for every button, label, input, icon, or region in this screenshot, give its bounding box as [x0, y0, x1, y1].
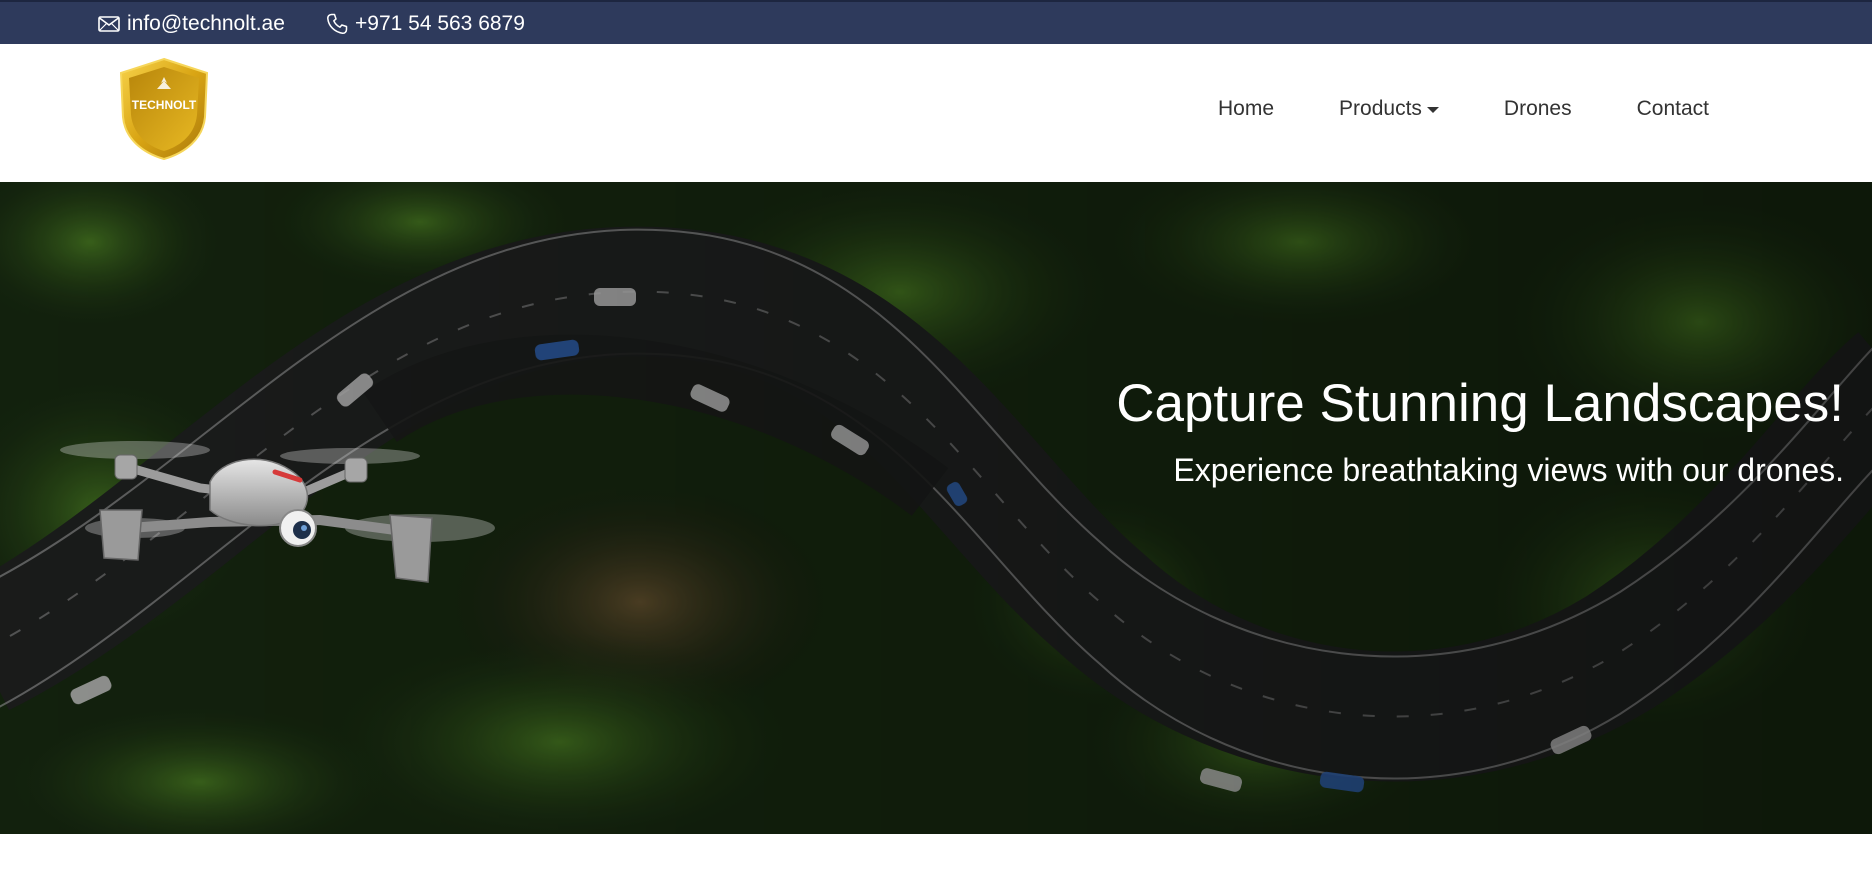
nav-home[interactable]: Home — [1218, 97, 1274, 121]
envelope-icon — [98, 16, 120, 32]
nav-products[interactable]: Products — [1339, 97, 1439, 121]
hero-title: Capture Stunning Landscapes! — [1116, 374, 1844, 433]
phone-link[interactable]: +971 54 563 6879 — [325, 2, 525, 46]
hero-subtitle: Experience breathtaking views with our d… — [1173, 452, 1844, 488]
shield-logo-icon: TECHNOLT — [119, 57, 209, 161]
caret-down-icon — [1426, 106, 1439, 113]
svg-text:TECHNOLT: TECHNOLT — [132, 98, 197, 112]
brand-logo[interactable]: TECHNOLT — [117, 57, 211, 161]
nav-contact-label: Contact — [1636, 97, 1709, 120]
nav-home-label: Home — [1218, 97, 1275, 120]
email-text: info@technolt.ae — [127, 12, 285, 35]
top-contact-bar: info@technolt.ae +971 54 563 6879 — [0, 0, 1872, 44]
phone-text: +971 54 563 6879 — [355, 12, 525, 35]
below-fold-section — [0, 834, 1872, 880]
nav-drones-label: Drones — [1503, 97, 1572, 120]
phone-icon — [327, 13, 348, 34]
nav-products-label: Products — [1339, 97, 1422, 120]
hero-banner: Capture Stunning Landscapes! Experience … — [0, 182, 1872, 834]
email-link[interactable]: info@technolt.ae — [97, 2, 285, 46]
primary-nav: Home Products Drones Contact — [1218, 44, 1709, 174]
main-navbar: TECHNOLT Home Products Drones Contact — [0, 44, 1872, 182]
drone-image — [60, 441, 495, 583]
hero-text-block: Capture Stunning Landscapes! Experience … — [1084, 372, 1844, 497]
nav-contact[interactable]: Contact — [1637, 97, 1709, 121]
nav-drones[interactable]: Drones — [1504, 97, 1572, 121]
